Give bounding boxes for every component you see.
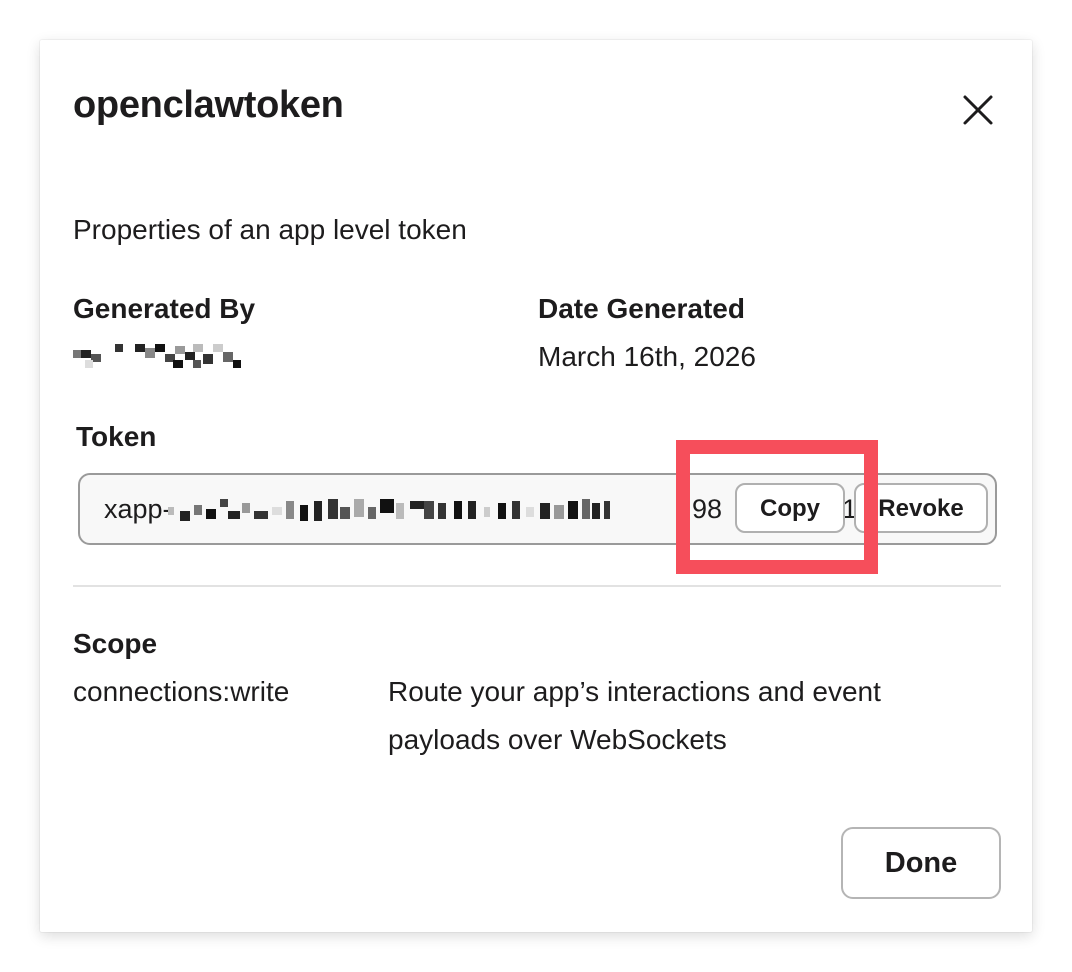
scope-description-line2: payloads over WebSockets [388,724,727,755]
date-generated-value: March 16th, 2026 [538,341,756,372]
token-prefix: xapp- [104,494,172,524]
scope-label: Scope [73,628,158,659]
revoke-button[interactable]: Revoke [854,483,988,533]
close-button[interactable] [958,90,998,130]
close-icon [963,95,993,125]
dialog-title: openclawtoken [73,84,344,126]
copy-button[interactable]: Copy [735,483,845,533]
token-label: Token [76,421,157,452]
token-value-redacted [168,497,688,527]
token-tail-visible: 98 [692,494,723,524]
generated-by-value-redacted [73,340,243,372]
generated-by-label: Generated By [73,293,256,324]
token-field[interactable]: xapp- 98 1 Copy Revoke [78,473,997,545]
dialog-subtitle: Properties of an app level token [73,214,467,245]
scope-name: connections:write [73,676,290,707]
divider [73,585,1001,587]
token-dialog: openclawtoken Properties of an app level… [40,40,1032,932]
date-generated-label: Date Generated [538,293,745,324]
done-button[interactable]: Done [841,827,1001,899]
scope-description-line1: Route your app’s interactions and event [388,676,881,707]
